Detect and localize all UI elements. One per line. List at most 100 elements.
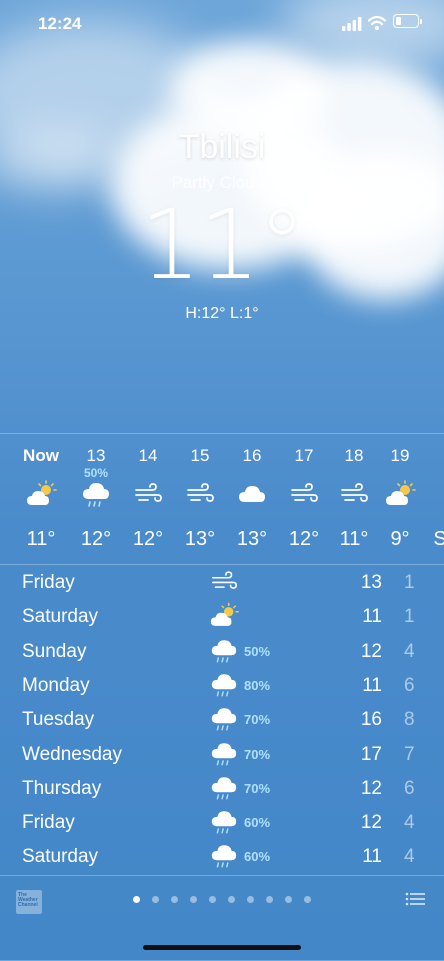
low-temperature: 1 <box>404 606 415 628</box>
current-weather: Tbilisi Partly Cloudy 11° H:12° L:1° <box>0 128 444 323</box>
daily-row[interactable]: Friday 13 1 <box>0 566 444 600</box>
day-name: Saturday <box>22 606 99 628</box>
page-dot[interactable] <box>304 896 311 903</box>
daily-row[interactable]: Saturday 11 1 <box>0 600 444 634</box>
precipitation-chance: 80% <box>244 677 271 693</box>
day-name: Friday <box>22 812 75 834</box>
hour-label: 15 <box>190 446 210 465</box>
city-name: Tbilisi <box>178 128 266 166</box>
day-name: Tuesday <box>22 709 95 731</box>
precipitation-chance: 50% <box>83 466 109 480</box>
rain-cloud-icon <box>209 808 239 836</box>
page-dot[interactable] <box>266 896 273 903</box>
high-temperature: 17 <box>360 743 382 765</box>
page-dot[interactable] <box>152 896 159 903</box>
high-temperature: 11 <box>362 674 382 696</box>
rain-cloud-icon <box>209 740 239 768</box>
hourly-item: 15 13° <box>172 434 228 564</box>
precipitation-chance: 60% <box>244 815 271 831</box>
wind-icon <box>184 480 216 508</box>
hourly-item: Now 11° <box>13 434 69 564</box>
low-temperature: 4 <box>404 640 415 662</box>
precipitation-chance: 70% <box>244 712 271 728</box>
hour-temperature: 11° <box>26 528 56 550</box>
hour-temperature: 12° <box>288 528 320 550</box>
low-temperature: 6 <box>404 674 415 696</box>
cellular-signal-icon <box>342 17 362 31</box>
hour-label: 14 <box>138 446 158 465</box>
high-temperature: 16 <box>360 709 382 731</box>
low-temperature: 4 <box>404 812 415 834</box>
daily-row[interactable]: Tuesday 70% 16 8 <box>0 703 444 737</box>
hour-label: Now <box>23 446 59 465</box>
wind-icon <box>338 480 370 508</box>
high-temperature: 12 <box>360 812 382 834</box>
day-name: Monday <box>22 674 90 696</box>
page-dot[interactable] <box>285 896 292 903</box>
rain-cloud-icon <box>209 842 239 870</box>
precipitation-chance: 70% <box>244 780 271 796</box>
high-temperature: 12 <box>360 640 382 662</box>
page-indicator[interactable] <box>133 896 313 904</box>
day-name: Friday <box>22 572 75 593</box>
precipitation-chance: 60% <box>244 849 271 865</box>
wind-icon <box>209 568 239 596</box>
hour-label: 13 <box>86 446 106 465</box>
hourly-item: 16 13° <box>224 434 280 564</box>
day-name: Sunday <box>22 640 87 662</box>
day-name: Thursday <box>22 777 102 799</box>
page-dot[interactable] <box>133 896 140 903</box>
high-temperature: 12 <box>360 777 382 799</box>
wind-icon <box>288 480 320 508</box>
hourly-forecast[interactable]: Now 11° 13 50% 12° 14 12° 15 13° 16 13° 17 12° 18 11° 1… <box>0 433 444 565</box>
daily-row[interactable]: Friday 60% 12 4 <box>0 806 444 840</box>
precipitation-chance: 50% <box>244 643 271 659</box>
hour-temperature: 13° <box>236 528 268 550</box>
daily-row[interactable]: Monday 80% 11 6 <box>0 669 444 703</box>
day-name: Wednesday <box>22 743 122 765</box>
precipitation-chance: 70% <box>244 746 271 762</box>
day-name: Saturday <box>22 846 99 868</box>
low-temperature: 6 <box>404 777 415 799</box>
low-temperature: 1 <box>404 572 415 593</box>
rain-cloud-icon <box>209 774 239 802</box>
page-dot[interactable] <box>171 896 178 903</box>
list-icon[interactable] <box>405 892 425 906</box>
cloud-icon <box>236 480 268 508</box>
page-dot[interactable] <box>209 896 216 903</box>
high-temperature: 11 <box>362 606 382 628</box>
hour-label: 16 <box>242 446 262 465</box>
rain-cloud-icon <box>209 637 239 665</box>
hour-temperature: 13° <box>184 528 216 550</box>
page-dot[interactable] <box>190 896 197 903</box>
low-temperature: 7 <box>404 743 415 765</box>
rain-cloud-icon <box>209 705 239 733</box>
low-temperature: 4 <box>404 846 415 868</box>
battery-icon <box>393 14 422 28</box>
hourly-item: 14 12° <box>120 434 176 564</box>
partly-cloudy-sun-icon <box>209 602 239 630</box>
the-weather-channel-logo[interactable]: The Weather Channel <box>16 890 42 914</box>
daily-row[interactable]: Saturday 60% 11 4 <box>0 840 444 874</box>
page-dot[interactable] <box>247 896 254 903</box>
daily-row[interactable]: Wednesday 70% 17 7 <box>0 738 444 772</box>
daily-row[interactable]: Thursday 70% 12 6 <box>0 772 444 806</box>
wind-icon <box>132 480 164 508</box>
daily-row[interactable]: Sunday 50% 12 4 <box>0 635 444 669</box>
hourly-item: 13 50% 12° <box>68 434 124 564</box>
current-temperature: 11° <box>139 189 306 301</box>
wifi-icon <box>368 15 386 30</box>
status-bar: 12:24 <box>0 0 444 50</box>
partly-cloudy-sun-icon <box>25 480 57 508</box>
hourly-item: S <box>412 434 444 564</box>
rain-cloud-icon <box>209 671 239 699</box>
high-temperature: 13 <box>360 572 382 593</box>
hour-temperature: 12° <box>132 528 164 550</box>
home-indicator[interactable] <box>143 945 301 950</box>
condition-text: Partly Cloudy <box>171 173 273 192</box>
hour-temperature: S <box>412 528 444 551</box>
hourly-item: 17 12° <box>276 434 332 564</box>
high-low-temperature: H:12° L:1° <box>185 305 259 322</box>
high-temperature: 11 <box>362 846 382 868</box>
page-dot[interactable] <box>228 896 235 903</box>
